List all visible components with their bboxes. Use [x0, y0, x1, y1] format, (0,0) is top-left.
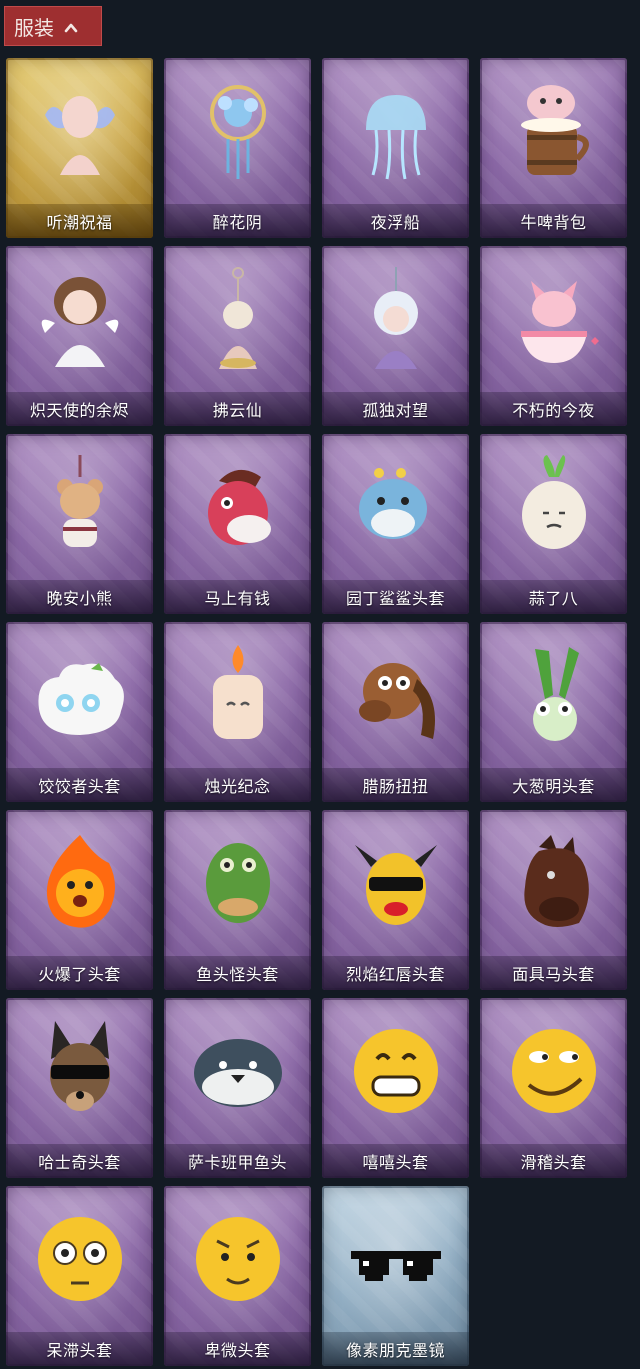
angel-doll-icon	[6, 254, 153, 382]
costume-name: 孤独对望	[322, 392, 469, 426]
fish-head-icon	[164, 818, 311, 946]
costume-card[interactable]: 不朽的今夜	[480, 246, 627, 426]
costume-card[interactable]: 园丁鲨鲨头套	[322, 434, 469, 614]
costume-name: 饺饺者头套	[6, 768, 153, 802]
funny-emoji-icon	[480, 1006, 627, 1134]
costume-card[interactable]: 夜浮船	[322, 58, 469, 238]
costume-name: 蒜了八	[480, 580, 627, 614]
husky-head-icon	[6, 1006, 153, 1134]
costume-name: 腊肠扭扭	[322, 768, 469, 802]
costume-card[interactable]: 拂云仙	[164, 246, 311, 426]
whale-head-icon	[164, 1006, 311, 1134]
costume-card[interactable]: 牛啤背包	[480, 58, 627, 238]
angel-wings-icon	[6, 66, 153, 194]
costume-card[interactable]: 烈焰红唇头套	[322, 810, 469, 990]
costume-name: 哈士奇头套	[6, 1144, 153, 1178]
costume-name: 大葱明头套	[480, 768, 627, 802]
garlic-head-icon	[480, 442, 627, 570]
costume-card[interactable]: 滑稽头套	[480, 998, 627, 1178]
scallion-head-icon	[480, 630, 627, 758]
grin-emoji-icon	[322, 1006, 469, 1134]
costume-name: 烈焰红唇头套	[322, 956, 469, 990]
costume-category-toggle[interactable]: 服装	[4, 6, 102, 46]
costume-card[interactable]: 马上有钱	[164, 434, 311, 614]
costume-card[interactable]: 大葱明头套	[480, 622, 627, 802]
yellow-mask-icon	[322, 818, 469, 946]
beer-barrel-cow-icon	[480, 66, 627, 194]
costume-name: 滑稽头套	[480, 1144, 627, 1178]
costume-card[interactable]: 蒜了八	[480, 434, 627, 614]
costume-card[interactable]: 面具马头套	[480, 810, 627, 990]
costume-name: 炽天使的余烬	[6, 392, 153, 426]
costume-card[interactable]: 呆滞头套	[6, 1186, 153, 1366]
costume-name: 晚安小熊	[6, 580, 153, 614]
costume-card[interactable]: 鱼头怪头套	[164, 810, 311, 990]
costume-name: 拂云仙	[164, 392, 311, 426]
costume-name: 像素朋克墨镜	[322, 1332, 469, 1366]
costume-card[interactable]: 卑微头套	[164, 1186, 311, 1366]
costume-card[interactable]: 孤独对望	[322, 246, 469, 426]
costume-name: 马上有钱	[164, 580, 311, 614]
costume-name: 萨卡班甲鱼头	[164, 1144, 311, 1178]
costume-card[interactable]: 腊肠扭扭	[322, 622, 469, 802]
teddy-bear-icon	[6, 442, 153, 570]
dachshund-head-icon	[322, 630, 469, 758]
category-title: 服装	[14, 15, 54, 40]
costume-card[interactable]: 烛光纪念	[164, 622, 311, 802]
dumpling-head-icon	[6, 630, 153, 758]
costume-card[interactable]: 火爆了头套	[6, 810, 153, 990]
costume-card[interactable]: 晚安小熊	[6, 434, 153, 614]
hanging-doll-icon	[322, 254, 469, 382]
costume-card[interactable]: 萨卡班甲鱼头	[164, 998, 311, 1178]
costume-name: 夜浮船	[322, 204, 469, 238]
stare-emoji-icon	[6, 1194, 153, 1322]
costume-card[interactable]: 饺饺者头套	[6, 622, 153, 802]
pixel-sunglasses-icon	[322, 1194, 469, 1322]
candle-head-icon	[164, 630, 311, 758]
costume-name: 园丁鲨鲨头套	[322, 580, 469, 614]
red-horse-head-icon	[164, 442, 311, 570]
costume-card[interactable]: 醉花阴	[164, 58, 311, 238]
costume-name: 面具马头套	[480, 956, 627, 990]
chevron-up-icon	[64, 21, 78, 35]
costume-grid: 听潮祝福 醉花阴 夜浮船 牛啤背包 炽天使的余烬 拂云仙 孤独对望 不朽的今夜 …	[6, 58, 627, 1366]
costume-name: 醉花阴	[164, 204, 311, 238]
humble-emoji-icon	[164, 1194, 311, 1322]
costume-name: 呆滞头套	[6, 1332, 153, 1366]
costume-card[interactable]: 炽天使的余烬	[6, 246, 153, 426]
fox-bowl-icon	[480, 254, 627, 382]
costume-name: 卑微头套	[164, 1332, 311, 1366]
costume-card[interactable]: 听潮祝福	[6, 58, 153, 238]
horse-mask-icon	[480, 818, 627, 946]
costume-card[interactable]: 像素朋克墨镜	[322, 1186, 469, 1366]
fire-head-icon	[6, 818, 153, 946]
costume-name: 不朽的今夜	[480, 392, 627, 426]
costume-name: 烛光纪念	[164, 768, 311, 802]
jellyfish-icon	[322, 66, 469, 194]
flower-ornament-icon	[164, 66, 311, 194]
costume-card[interactable]: 嘻嘻头套	[322, 998, 469, 1178]
shark-head-icon	[322, 442, 469, 570]
costume-name: 鱼头怪头套	[164, 956, 311, 990]
costume-card[interactable]: 哈士奇头套	[6, 998, 153, 1178]
costume-name: 嘻嘻头套	[322, 1144, 469, 1178]
costume-name: 听潮祝福	[6, 204, 153, 238]
hanging-charm-icon	[164, 254, 311, 382]
costume-name: 火爆了头套	[6, 956, 153, 990]
costume-name: 牛啤背包	[480, 204, 627, 238]
